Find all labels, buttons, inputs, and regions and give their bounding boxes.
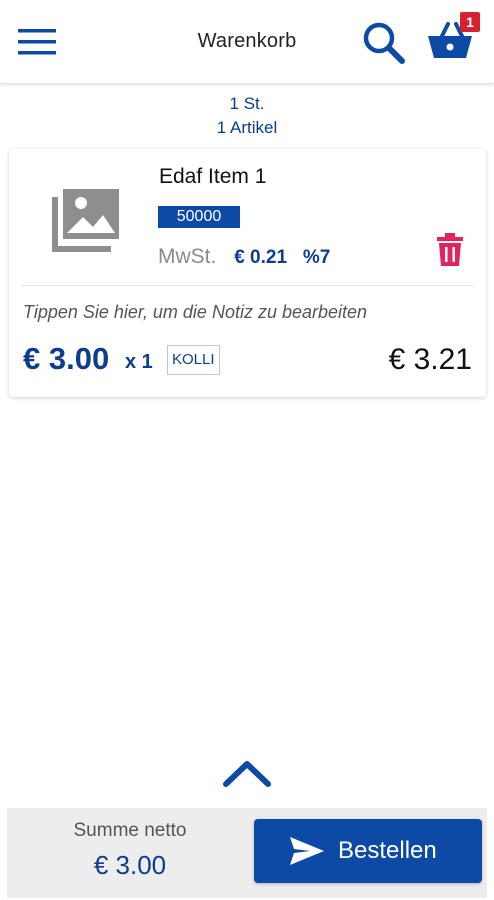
order-button-label: Bestellen <box>338 837 437 864</box>
sum-label: Summe netto <box>73 820 187 841</box>
sum-value: € 3.00 <box>93 850 167 880</box>
sku-badge: 50000 <box>158 206 240 228</box>
cart-item-card[interactable]: Edaf Item 1 50000 MwSt. € 0.21 %7 Tippen… <box>9 149 486 397</box>
trash-icon[interactable] <box>435 233 465 267</box>
quantity-summary: 1 St. <box>229 94 265 113</box>
tax-label: MwSt. <box>158 245 217 268</box>
item-name: Edaf Item 1 <box>159 165 267 188</box>
app-header: Warenkorb 1 <box>0 0 494 84</box>
cart-summary: 1 St. 1 Artikel <box>0 92 494 140</box>
tax-rate: %7 <box>302 247 331 268</box>
article-count: 1 Artikel <box>216 118 278 137</box>
image-placeholder-icon <box>51 187 123 253</box>
note-field[interactable]: Tippen Sie hier, um die Notiz zu bearbei… <box>23 302 367 323</box>
page-title: Warenkorb <box>197 30 297 52</box>
item-quantity[interactable]: x 1 <box>125 351 153 374</box>
cart-screen: Warenkorb 1 1 St. 1 Artikel Edaf Item 1 … <box>0 0 494 900</box>
order-button[interactable]: Bestellen <box>254 819 482 883</box>
tax-amount: € 0.21 <box>234 247 288 268</box>
search-icon[interactable] <box>360 20 408 66</box>
checkout-footer: Summe netto € 3.00 Bestellen <box>7 808 487 898</box>
divider <box>21 285 474 286</box>
send-icon <box>290 837 324 865</box>
cart-count-badge: 1 <box>460 12 480 32</box>
unit-badge[interactable]: KOLLI <box>167 345 220 375</box>
line-total: € 3.21 <box>388 343 472 376</box>
unit-price: € 3.00 <box>23 341 110 376</box>
tax-row: MwSt. € 0.21 %7 <box>158 245 330 269</box>
chevron-up-icon[interactable] <box>222 756 272 790</box>
